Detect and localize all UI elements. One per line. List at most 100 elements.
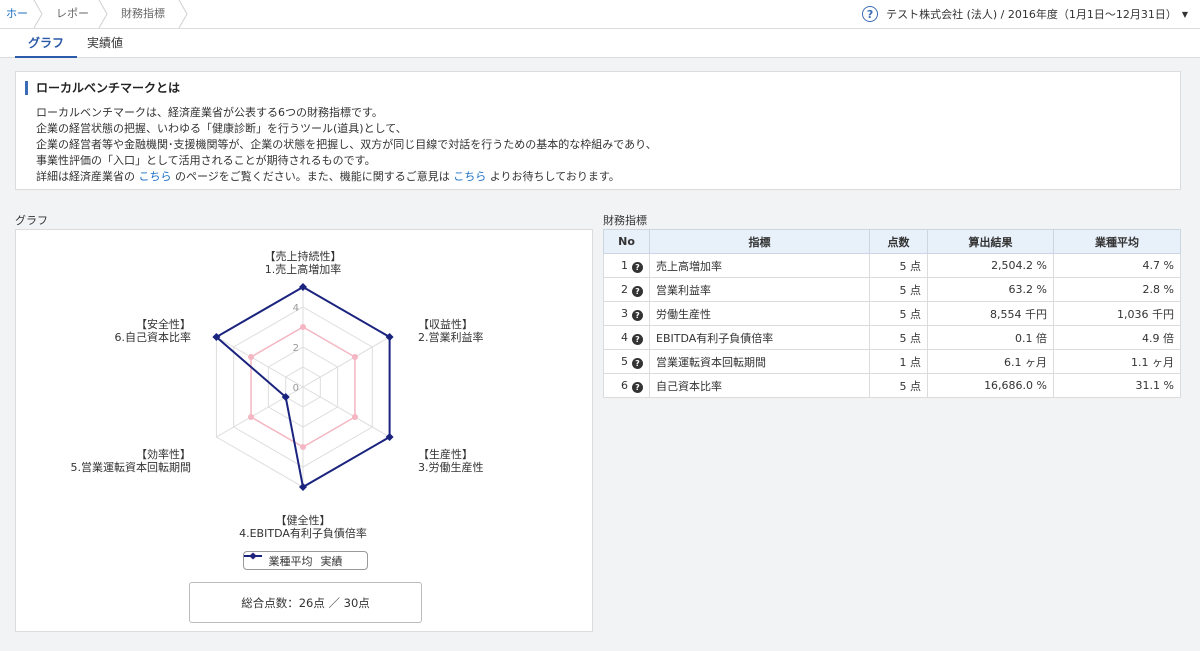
cell-score: 5 点 <box>869 325 928 350</box>
header-indicator: 指標 <box>649 229 870 254</box>
info-title: ローカルベンチマークとは <box>25 81 180 95</box>
cell-result: 6.1 ヶ月 <box>927 349 1054 374</box>
cell-indicator: 自己資本比率 <box>649 373 870 398</box>
radar-axis-line <box>302 336 390 388</box>
question-icon[interactable]: ? <box>632 381 643 393</box>
cell-no: 3? <box>603 301 650 326</box>
help-circle-icon[interactable]: ? <box>862 6 879 22</box>
cell-no: 6? <box>603 373 650 398</box>
radar-tick-label: 2 <box>293 343 299 354</box>
table-row: 4? EBITDA有利子負債倍率 5 点 0.1 倍 4.9 倍 <box>603 325 1181 350</box>
radar-axis-name: 1.売上高増加率 <box>265 262 342 276</box>
table-row: 2? 営業利益率 5 点 63.2 % 2.8 % <box>603 277 1181 302</box>
breadcrumb-separator-icon <box>98 0 108 28</box>
cell-result: 8,554 千円 <box>927 301 1054 326</box>
info-text: よりお待ちしております。 <box>486 170 620 183</box>
radar-axis-name: 4.EBITDA有利子負債倍率 <box>239 526 367 540</box>
radar-point <box>300 324 306 330</box>
table-section-label: 財務指標 <box>603 214 647 227</box>
tab-graph[interactable]: グラフ <box>15 29 77 58</box>
radar-tick-label: 4 <box>293 303 299 314</box>
cell-indicator: EBITDA有利子負債倍率 <box>649 325 870 350</box>
tab-actual-values-label[interactable]: 実績値 <box>87 36 123 50</box>
info-body: ローカルベンチマークは、経済産業省が公表する6つの財務指標です。 企業の経営状態… <box>36 105 657 185</box>
chart-legend: 業種平均 実績 <box>243 551 368 570</box>
legend-average-label: 業種平均 <box>268 554 313 568</box>
breadcrumb-separator-icon <box>33 0 43 28</box>
graph-panel: 0 2 4 【売上持続性】 1.売上高増加率 【収益性】 2.営業利益率 【生産性】 3.労働生… <box>15 229 593 632</box>
tab-actual-values[interactable]: 実績値 <box>80 29 130 58</box>
header-result: 算出結果 <box>927 229 1054 254</box>
indicator-table: No 指標 点数 算出結果 業種平均 1? 売上高増加率 5 点 2,504.2 % 4… <box>603 229 1181 398</box>
question-icon[interactable]: ? <box>632 333 643 345</box>
row-number: 1 <box>621 258 628 272</box>
cell-industry-average: 4.9 倍 <box>1053 325 1181 350</box>
radar-point <box>248 414 255 420</box>
question-icon[interactable]: ? <box>632 261 643 273</box>
breadcrumb-report[interactable]: レポート <box>46 0 111 48</box>
row-number: 3 <box>621 306 628 320</box>
radar-point <box>351 414 358 420</box>
info-line: ローカルベンチマークは、経済産業省が公表する6つの財務指標です。 <box>36 106 383 119</box>
graph-section-label: グラフ <box>15 214 48 227</box>
radar-axis-name: 6.自己資本比率 <box>115 330 192 344</box>
radar-axis-category: 【生産性】 <box>418 447 473 461</box>
table-row: 6? 自己資本比率 5 点 16,686.0 % 31.1 % <box>603 373 1181 398</box>
radar-axis-name: 5.営業運転資本回転期間 <box>71 460 192 474</box>
radar-point <box>248 354 255 360</box>
table-body: 1? 売上高増加率 5 点 2,504.2 % 4.7 % 2? 営業利益率 5 点 63.2 … <box>603 253 1181 398</box>
cell-result: 2,504.2 % <box>927 253 1054 278</box>
info-line: 詳細は経済産業省の こちら のページをご覧ください。また、機能に関するご意見は … <box>36 169 657 185</box>
cell-result: 16,686.0 % <box>927 373 1054 398</box>
cell-no: 2? <box>603 277 650 302</box>
cell-score: 5 点 <box>869 373 928 398</box>
radar-point <box>351 354 358 360</box>
cell-no: 5? <box>603 349 650 374</box>
radar-point <box>385 433 394 441</box>
radar-axis-category: 【健全性】 <box>276 513 331 527</box>
cell-industry-average: 31.1 % <box>1053 373 1181 398</box>
cell-score: 5 点 <box>869 301 928 326</box>
feedback-link[interactable]: こちら <box>453 170 486 183</box>
question-icon[interactable]: ? <box>632 309 643 321</box>
company-selector[interactable]: ? テスト株式会社 (法人) / 2016年度（1月1日〜12月31日） ▼ <box>862 0 1188 28</box>
radar-axis-line <box>216 386 304 438</box>
cell-industry-average: 1,036 千円 <box>1053 301 1181 326</box>
row-number: 4 <box>621 330 628 344</box>
table-header-row: No 指標 点数 算出結果 業種平均 <box>603 229 1181 254</box>
radar-point <box>299 483 307 491</box>
cell-no: 4? <box>603 325 650 350</box>
row-number: 5 <box>621 354 628 368</box>
radar-axis-category: 【安全性】 <box>136 317 191 331</box>
legend-item-average[interactable]: 業種平均 <box>244 553 313 569</box>
radar-chart: 0 2 4 【売上持続性】1.売上高増加率【収益性】2.営業利益率【生産性】3.労働生… <box>71 249 484 540</box>
meti-link[interactable]: こちら <box>139 170 172 183</box>
table-row: 1? 売上高増加率 5 点 2,504.2 % 4.7 % <box>603 253 1181 278</box>
question-icon[interactable]: ? <box>632 357 643 369</box>
cell-no: 1? <box>603 253 650 278</box>
chevron-down-icon[interactable]: ▼ <box>1182 10 1188 19</box>
radar-axis-category: 【売上持続性】 <box>265 249 342 263</box>
legend-item-actual[interactable]: 実績 <box>244 552 343 569</box>
cell-score: 5 点 <box>869 253 928 278</box>
breadcrumb-home[interactable]: ホーム <box>0 0 46 48</box>
radar-point <box>299 283 307 291</box>
company-label[interactable]: テスト株式会社 (法人) / 2016年度（1月1日〜12月31日） <box>886 6 1177 22</box>
total-score: 総合点数：26点 ／ 30点 <box>241 595 370 610</box>
cell-industry-average: 1.1 ヶ月 <box>1053 349 1181 374</box>
info-panel: ローカルベンチマークとは ローカルベンチマークは、経済産業省が公表する6つの財務… <box>15 71 1181 190</box>
tab-graph-label[interactable]: グラフ <box>28 36 64 50</box>
breadcrumb: ホーム レポート 財務指標(β) <box>0 0 191 48</box>
header-score: 点数 <box>869 229 928 254</box>
radar-axis-name: 2.営業利益率 <box>418 330 484 344</box>
row-number: 6 <box>621 378 628 392</box>
table-row: 5? 営業運転資本回転期間 1 点 6.1 ヶ月 1.1 ヶ月 <box>603 349 1181 374</box>
header-no: No <box>603 229 650 254</box>
cell-score: 5 点 <box>869 277 928 302</box>
breadcrumb-current: 財務指標(β) <box>111 0 191 48</box>
info-line: 企業の経営状態の把握、いわゆる「健康診断」を行うツール(道具)として、 <box>36 122 407 135</box>
cell-industry-average: 4.7 % <box>1053 253 1181 278</box>
question-icon[interactable]: ? <box>632 285 643 297</box>
cell-indicator: 労働生産性 <box>649 301 870 326</box>
cell-indicator: 営業運転資本回転期間 <box>649 349 870 374</box>
